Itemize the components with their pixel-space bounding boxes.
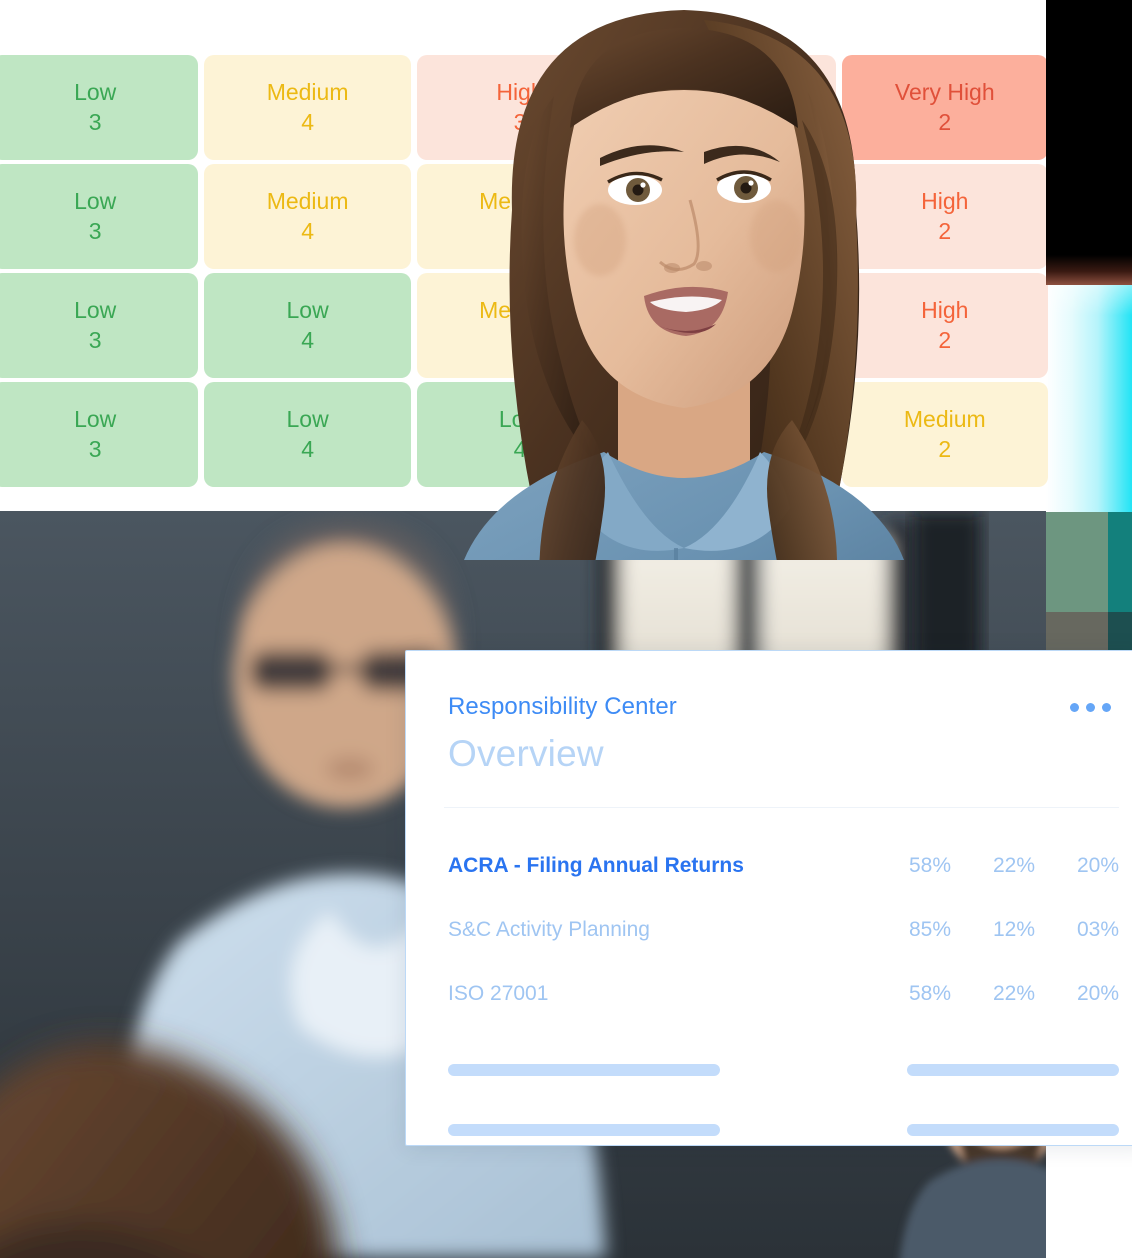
responsibility-percent: 22% <box>992 854 1035 877</box>
responsibility-percent: 20% <box>1076 982 1119 1005</box>
risk-cell-label: Low <box>286 406 329 433</box>
presenter-portrait-art <box>464 10 904 560</box>
risk-cell[interactable]: Low 3 <box>0 273 199 378</box>
black-corner-panel <box>1046 0 1132 270</box>
ellipsis-icon[interactable] <box>1070 693 1111 712</box>
responsibility-percent: 20% <box>1076 854 1119 877</box>
risk-cell-count: 4 <box>301 108 314 135</box>
risk-cell-label: Low <box>286 297 329 324</box>
responsibility-percent: 85% <box>908 918 951 941</box>
risk-cell[interactable]: Low4 <box>204 382 411 487</box>
dark-teal-color-block <box>1108 612 1132 652</box>
responsibility-row[interactable]: ACRA - Filing Annual Returns 58% 22% 20% <box>448 834 1119 898</box>
risk-cell-count: 3 <box>88 108 102 135</box>
responsibility-list: ACRA - Filing Annual Returns 58% 22% 20% S&C… <box>406 808 1132 1026</box>
composite-stage: Low3Medium4High3High3Very High2Low3Mediu… <box>0 0 1132 1258</box>
risk-cell[interactable]: Low 3 <box>0 164 199 269</box>
responsibility-row[interactable]: ISO 27001 58% 22% 20% <box>448 962 1119 1026</box>
risk-cell[interactable]: Low4 <box>204 273 411 378</box>
risk-cell-label: Low <box>74 406 117 433</box>
responsibility-row[interactable]: S&C Activity Planning 85% 12% 03% <box>448 898 1119 962</box>
risk-cell-label: Low <box>74 79 117 106</box>
risk-cell-count: 3 <box>88 435 102 462</box>
responsibility-center-card: Responsibility Center Overview ACRA - Fi… <box>405 650 1132 1146</box>
responsibility-name[interactable]: S&C Activity Planning <box>448 918 867 942</box>
cyan-gradient-highlight <box>1046 260 1132 512</box>
skeleton-bar <box>448 1124 720 1136</box>
responsibility-name[interactable]: ACRA - Filing Annual Returns <box>448 854 867 878</box>
responsibility-percent: 03% <box>1076 918 1119 941</box>
risk-cell-count: 4 <box>301 217 314 244</box>
responsibility-percent: 58% <box>908 982 951 1005</box>
skeleton-row <box>448 1040 1119 1100</box>
risk-cell-count: 4 <box>301 435 314 462</box>
card-header: Responsibility Center <box>406 693 1132 721</box>
responsibility-percent: 12% <box>992 918 1035 941</box>
risk-cell-label: Low <box>74 188 117 215</box>
responsibility-name[interactable]: ISO 27001 <box>448 982 867 1006</box>
skeleton-bar <box>907 1064 1119 1076</box>
teal-color-block <box>1108 512 1132 612</box>
risk-cell-label: Low <box>74 297 117 324</box>
page-title: Overview <box>448 733 604 774</box>
risk-cell-count: 4 <box>301 326 314 353</box>
presenter-portrait-photo <box>404 0 964 560</box>
loading-skeleton-list <box>406 1026 1132 1160</box>
breadcrumb[interactable]: Responsibility Center <box>448 693 677 721</box>
skeleton-bar <box>907 1124 1119 1136</box>
risk-cell-count: 3 <box>88 326 102 353</box>
corner-fade-gradient <box>1046 255 1132 285</box>
skeleton-row <box>448 1100 1119 1160</box>
risk-cell-count: 3 <box>88 217 102 244</box>
risk-cell[interactable]: Medium 4 <box>204 55 411 160</box>
responsibility-percent: 22% <box>992 982 1035 1005</box>
risk-cell[interactable]: Low 3 <box>0 382 199 487</box>
risk-cell[interactable]: Medium 4 <box>204 164 411 269</box>
skeleton-bar <box>448 1064 720 1076</box>
responsibility-percent: 58% <box>908 854 951 877</box>
risk-cell-label: Medium <box>266 79 349 106</box>
risk-cell-label: Medium <box>266 188 349 215</box>
risk-cell[interactable]: Low 3 <box>0 55 199 160</box>
